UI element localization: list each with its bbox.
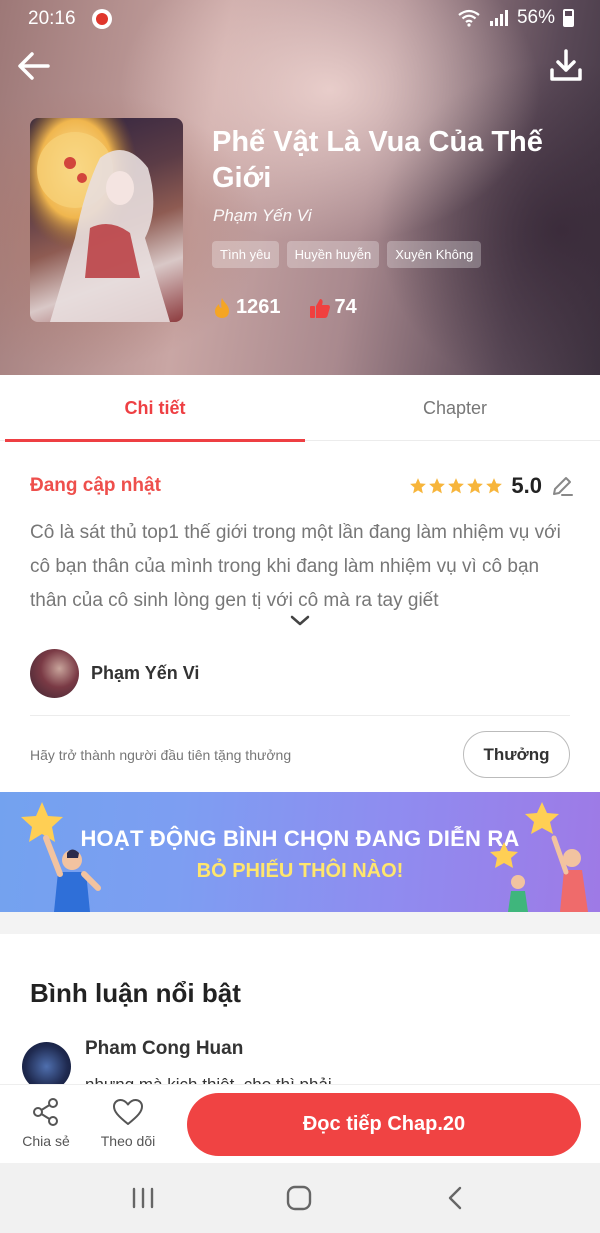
download-button[interactable] xyxy=(546,46,586,86)
tab-bar: Chi tiết Chapter xyxy=(0,375,600,442)
reward-button[interactable]: Thưởng xyxy=(463,731,570,778)
comment-text: nhưng mà kịch thiệt, cho thì phải xyxy=(85,1075,332,1084)
share-label: Chia sẻ xyxy=(22,1133,70,1149)
star-icon xyxy=(448,478,465,494)
expand-description-button[interactable] xyxy=(288,614,312,628)
recents-button[interactable] xyxy=(128,1183,158,1213)
genre-tags: Tình yêu Huyền huyễn Xuyên Không xyxy=(212,241,482,268)
rating-value: 5.0 xyxy=(511,473,542,498)
share-icon xyxy=(33,1098,58,1126)
star-icon xyxy=(410,478,427,494)
signal-icon xyxy=(489,10,508,26)
star-icon xyxy=(486,478,503,494)
section-gap xyxy=(0,912,600,934)
views-stat: 1261 xyxy=(212,296,281,319)
star-icon xyxy=(429,478,446,494)
heart-icon xyxy=(113,1099,143,1125)
cheering-people-illustration xyxy=(490,802,588,912)
book-author[interactable]: Phạm Yến Vi xyxy=(213,206,312,226)
follow-label: Theo dõi xyxy=(100,1133,156,1149)
commenter-name[interactable]: Pham Cong Huan xyxy=(85,1038,243,1060)
tab-detail[interactable]: Chi tiết xyxy=(5,375,305,442)
views-count: 1261 xyxy=(236,296,281,318)
comments-title: Bình luận nổi bật xyxy=(30,978,241,1008)
genre-tag[interactable]: Huyền huyễn xyxy=(286,241,380,268)
cover-illustration xyxy=(30,118,183,322)
status-bar: 20:16 56% xyxy=(0,0,600,36)
wifi-icon xyxy=(458,9,480,27)
follow-button[interactable]: Theo dõi xyxy=(93,1097,163,1149)
author-name: Phạm Yến Vi xyxy=(91,663,200,683)
system-back-button[interactable] xyxy=(441,1183,471,1213)
vote-event-banner[interactable]: HOẠT ĐỘNG BÌNH CHỌN ĐANG DIỄN RA BỎ PHIẾ… xyxy=(0,792,600,912)
star-icon xyxy=(467,478,484,494)
system-navigation-bar xyxy=(0,1163,600,1233)
arrow-left-icon xyxy=(18,52,50,80)
book-cover xyxy=(30,118,183,322)
share-button[interactable]: Chia sẻ xyxy=(11,1097,81,1149)
commenter-avatar[interactable] xyxy=(22,1042,71,1084)
book-header: 20:16 56% Phế Vật Là Vua Của Thế Giới Ph… xyxy=(0,0,600,375)
genre-tag[interactable]: Tình yêu xyxy=(212,241,279,268)
download-icon xyxy=(550,49,582,81)
home-button[interactable] xyxy=(284,1183,314,1213)
likes-stat: 74 xyxy=(309,296,357,319)
recents-icon xyxy=(132,1187,154,1209)
bottom-action-bar: Chia sẻ Theo dõi Đọc tiếp Chap.20 xyxy=(0,1084,600,1163)
home-icon xyxy=(286,1185,312,1211)
tab-chapter[interactable]: Chapter xyxy=(305,375,600,441)
status-time: 20:16 xyxy=(28,8,76,29)
detail-section: Đang cập nhật 5.0 Cô là sát thủ top1 thế… xyxy=(0,442,600,792)
genre-tag[interactable]: Xuyên Không xyxy=(387,241,482,268)
author-row[interactable]: Phạm Yến Vi xyxy=(30,649,199,698)
back-button[interactable] xyxy=(14,46,54,86)
likes-count: 74 xyxy=(334,296,357,318)
book-description: Cô là sát thủ top1 thế giới trong một lầ… xyxy=(30,522,561,611)
reward-prompt: Hãy trở thành người đầu tiên tặng thưởng xyxy=(30,747,292,763)
chevron-down-icon xyxy=(290,615,310,626)
continue-reading-button[interactable]: Đọc tiếp Chap.20 xyxy=(187,1093,581,1156)
status-right: 56% xyxy=(457,7,574,29)
divider xyxy=(30,715,570,716)
featured-comments: Bình luận nổi bật Pham Cong Huan nhưng m… xyxy=(0,934,600,1084)
star-holding-person-illustration xyxy=(21,802,101,912)
battery-percent: 56% xyxy=(516,7,555,28)
rating-stars xyxy=(409,477,503,495)
book-title: Phế Vật Là Vua Của Thế Giới xyxy=(212,126,543,194)
battery-icon xyxy=(563,9,574,27)
notification-icon xyxy=(92,9,112,29)
book-stats: 1261 74 xyxy=(212,296,385,319)
fire-icon xyxy=(215,297,229,318)
rating[interactable]: 5.0 xyxy=(409,473,574,499)
chevron-left-icon xyxy=(448,1186,462,1210)
author-avatar xyxy=(30,649,79,698)
pencil-icon[interactable] xyxy=(550,474,574,498)
update-status: Đang cập nhật xyxy=(30,475,161,496)
thumbs-up-icon xyxy=(309,298,330,318)
